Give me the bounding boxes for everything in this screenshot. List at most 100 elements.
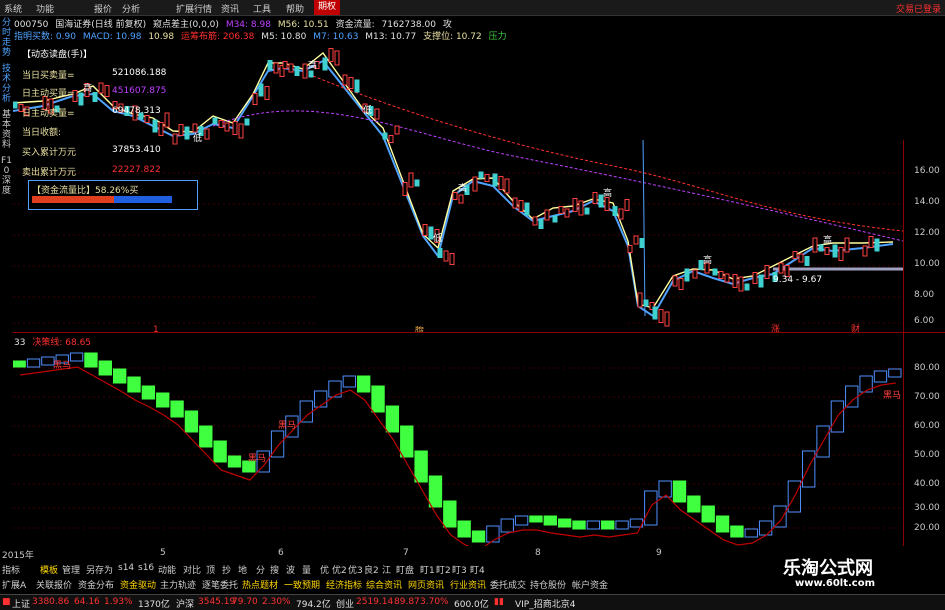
tab-intraday[interactable]: 分时走势 bbox=[1, 18, 12, 58]
extension-tab[interactable]: 逐笔委托 bbox=[202, 578, 238, 591]
extension-tab[interactable]: 资金驱动 bbox=[120, 578, 156, 591]
indicator-tab[interactable]: 盯3 bbox=[452, 563, 467, 576]
candle bbox=[354, 79, 360, 93]
extension-tab[interactable]: 关联报价 bbox=[36, 578, 72, 591]
indicator-tab[interactable]: 对比 bbox=[183, 563, 201, 576]
cy-amount: 600.0亿 bbox=[454, 600, 489, 610]
ind-h: 支撑位: 10.72 bbox=[423, 32, 482, 42]
extension-tab[interactable]: 综合资讯 bbox=[366, 578, 402, 591]
indicator-tab[interactable]: 优2 bbox=[332, 563, 347, 576]
indicator-tab[interactable]: 江 bbox=[382, 563, 391, 576]
candle bbox=[408, 172, 414, 188]
indicator-tab[interactable]: 波 bbox=[286, 563, 295, 576]
extension-tab[interactable]: 资金分布 bbox=[78, 578, 114, 591]
signal-icon: ▮▮ bbox=[494, 597, 504, 607]
tab-fundamentals[interactable]: 基本资料 bbox=[1, 110, 12, 150]
indicator-tab[interactable]: 动能 bbox=[158, 563, 176, 576]
candle bbox=[224, 122, 230, 132]
dyn-label: 卖出累计万元 bbox=[22, 168, 77, 178]
candle bbox=[592, 192, 598, 204]
candle bbox=[544, 209, 550, 221]
candle bbox=[238, 123, 244, 139]
indicator-chart[interactable]: 黑马黑马黑马黑马 bbox=[13, 333, 903, 546]
candle bbox=[838, 247, 844, 261]
extension-tab[interactable]: 热点题材 bbox=[242, 578, 278, 591]
ind-e: M5: 10.80 bbox=[261, 32, 307, 42]
extension-tab[interactable]: 行业资讯 bbox=[450, 578, 486, 591]
chart-marker: 1 bbox=[153, 325, 159, 332]
menu-function[interactable]: 功能 bbox=[36, 2, 54, 15]
candle bbox=[552, 215, 558, 223]
menu-bar: 系统 功能 报价 分析 扩展行情 资讯 工具 帮助 期权 交易已登录 bbox=[0, 0, 945, 16]
indicator-tab[interactable]: 盯4 bbox=[470, 563, 485, 576]
indicator-bar bbox=[299, 400, 313, 423]
candle bbox=[273, 62, 279, 74]
indicator-tab[interactable]: 抄 bbox=[222, 563, 231, 576]
sh-label[interactable]: 上证 bbox=[12, 597, 30, 610]
menu-extended[interactable]: 扩展行情 bbox=[176, 2, 212, 15]
vip-server[interactable]: VIP_招商北京4 bbox=[515, 597, 575, 610]
menu-analysis[interactable]: 分析 bbox=[122, 2, 140, 15]
candle bbox=[643, 299, 649, 307]
extension-tab[interactable]: 主力轨迹 bbox=[160, 578, 196, 591]
indicator-bar bbox=[227, 455, 242, 468]
indicator-tab[interactable]: 盯2 bbox=[436, 563, 451, 576]
indicator-tab[interactable]: 管理 bbox=[62, 563, 80, 576]
indicator-tab[interactable]: 量 bbox=[302, 563, 311, 576]
cy-label[interactable]: 创业 bbox=[336, 597, 354, 610]
indicator-tab[interactable]: 指标 bbox=[2, 563, 20, 576]
chart-marker: 财 bbox=[851, 323, 860, 332]
menu-quote[interactable]: 报价 bbox=[94, 2, 112, 15]
indicator-tab[interactable]: 优 bbox=[320, 563, 329, 576]
menu-tools[interactable]: 工具 bbox=[253, 2, 271, 15]
indicator-tab[interactable]: s14 bbox=[118, 563, 134, 573]
black-horse-label: 黑马 bbox=[248, 453, 266, 464]
indicator-tab[interactable]: 模板 bbox=[40, 563, 58, 576]
indicator-tab[interactable]: 地 bbox=[238, 563, 247, 576]
indicator-tab[interactable]: 良2 bbox=[364, 563, 379, 576]
extension-tab[interactable]: 扩展A bbox=[2, 578, 26, 591]
menu-news[interactable]: 资讯 bbox=[221, 2, 239, 15]
indicator-tab[interactable]: 盯盘 bbox=[396, 563, 414, 576]
sz-value: 3545.19 bbox=[198, 597, 236, 607]
indicator-tab[interactable]: 另存为 bbox=[86, 563, 113, 576]
extension-tab[interactable]: 帐户资金 bbox=[572, 578, 608, 591]
indicator-tab[interactable]: 分 bbox=[256, 563, 265, 576]
candle bbox=[532, 216, 538, 226]
peak-label: 低 bbox=[363, 104, 372, 116]
menu-system[interactable]: 系统 bbox=[4, 2, 22, 15]
watermark: 乐淘公式网 www.60lt.com bbox=[755, 548, 945, 594]
candle bbox=[334, 50, 340, 66]
extension-tab[interactable]: 经济指标 bbox=[326, 578, 362, 591]
ind-f: M7: 10.63 bbox=[313, 32, 359, 42]
menu-help[interactable]: 帮助 bbox=[286, 2, 304, 15]
ratio-buy-bar bbox=[32, 196, 114, 203]
indicator-tab[interactable]: 盯1 bbox=[420, 563, 435, 576]
tab-f10[interactable]: F10深度 bbox=[1, 156, 12, 196]
status-bar: ■ 上证 3380.86 64.16 1.93% 1370亿 沪深 3545.1… bbox=[0, 594, 945, 610]
candle bbox=[724, 273, 730, 283]
sz-label[interactable]: 沪深 bbox=[176, 597, 194, 610]
tab-technical[interactable]: 技术分析 bbox=[1, 64, 12, 104]
candle bbox=[342, 74, 348, 86]
indicator-bar bbox=[400, 425, 414, 458]
indicator-bar bbox=[701, 505, 715, 523]
blank-overlay bbox=[535, 16, 945, 140]
indicator-tab[interactable]: s16 bbox=[138, 563, 154, 573]
extension-tab[interactable]: 持仓股份 bbox=[530, 578, 566, 591]
indicator-bar bbox=[471, 530, 486, 543]
indicator-bar bbox=[156, 392, 170, 408]
indicator-tab[interactable]: 搜 bbox=[270, 563, 279, 576]
extension-tab[interactable]: 委托成交 bbox=[490, 578, 526, 591]
extension-tab[interactable]: 网页资讯 bbox=[408, 578, 444, 591]
menu-options[interactable]: 期权 bbox=[314, 0, 341, 15]
indicator-tab[interactable]: 顶 bbox=[206, 563, 215, 576]
candle bbox=[832, 244, 838, 258]
extension-tab[interactable]: 一致预期 bbox=[284, 578, 320, 591]
ind-tick: 60.00 bbox=[914, 421, 940, 431]
indicator-tab[interactable]: 优3 bbox=[348, 563, 363, 576]
indicator-bar bbox=[672, 480, 687, 503]
extension-tabs: 扩展A 关联报价 资金分布 资金驱动 主力轨迹 逐笔委托 热点题材 一致预期 经济指标 综合资讯网… bbox=[0, 578, 760, 592]
candle bbox=[308, 70, 314, 78]
candle bbox=[584, 207, 590, 215]
